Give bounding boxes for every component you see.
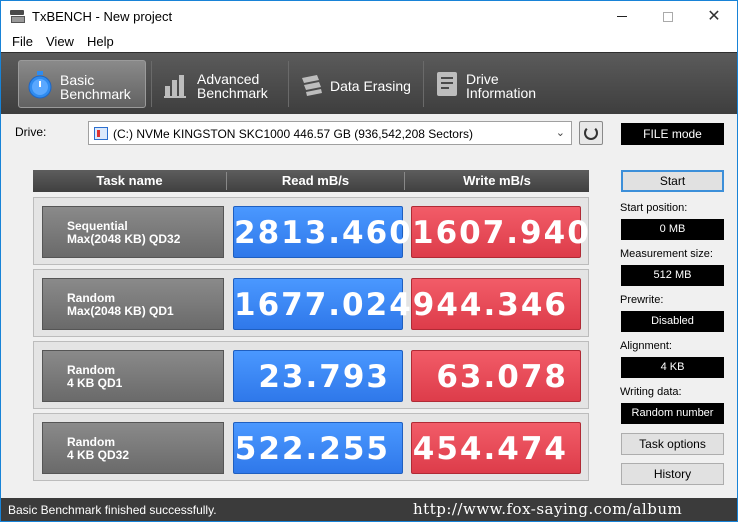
task-options-button[interactable]: Task options	[621, 433, 724, 455]
mode-indicator[interactable]: FILE mode	[621, 123, 724, 145]
table-row: Random 4 KB QD32 522.255 454.474	[33, 413, 589, 481]
column-header-task: Task name	[96, 173, 163, 188]
prewrite-label: Prewrite:	[620, 294, 664, 306]
tab-data-erasing-label: Data Erasing	[330, 78, 411, 94]
table-row: Sequential Max(2048 KB) QD32 2813.460 16…	[33, 197, 589, 265]
tab-drive-information-line1: Drive	[466, 71, 499, 87]
read-speed-value: 2813.460	[233, 206, 411, 258]
menu-bar: File View Help	[1, 32, 737, 52]
results-table-header: Task name Read mB/s Write mB/s	[33, 170, 589, 192]
drive-info-icon	[437, 72, 457, 96]
alignment-label: Alignment:	[620, 340, 672, 352]
tab-advanced-benchmark-line2: Benchmark	[197, 85, 268, 101]
read-speed-value: 23.793	[233, 350, 403, 402]
task-button[interactable]: Random Max(2048 KB) QD1	[42, 278, 224, 330]
minimize-icon	[617, 16, 627, 17]
menu-view[interactable]: View	[46, 34, 74, 49]
refresh-button[interactable]	[579, 121, 603, 145]
measurement-size-label: Measurement size:	[620, 248, 713, 260]
status-bar: Basic Benchmark finished successfully. h…	[1, 498, 737, 521]
drive-select[interactable]: (C:) NVMe KINGSTON SKC1000 446.57 GB (93…	[88, 121, 572, 145]
drive-icon	[94, 127, 108, 140]
tab-advanced-benchmark[interactable]: Advanced Benchmark	[157, 60, 285, 108]
maximize-icon	[663, 12, 673, 22]
drive-label: Drive:	[15, 125, 47, 139]
task-name-line1: Random	[67, 363, 115, 377]
writing-data-value[interactable]: Random number	[621, 403, 724, 424]
eraser-icon	[302, 75, 322, 96]
tab-basic-benchmark[interactable]: Basic Benchmark	[18, 60, 146, 108]
measurement-size-value[interactable]: 512 MB	[621, 265, 724, 286]
toolbar-separator	[151, 61, 152, 107]
table-row: Random Max(2048 KB) QD1 1677.024 944.346	[33, 269, 589, 337]
chevron-down-icon: ⌄	[555, 127, 565, 139]
refresh-icon	[584, 126, 598, 140]
write-speed-value: 1607.940	[411, 206, 589, 258]
menu-help[interactable]: Help	[87, 34, 114, 49]
bar-chart-icon	[164, 75, 186, 98]
task-button[interactable]: Sequential Max(2048 KB) QD32	[42, 206, 224, 258]
menu-file[interactable]: File	[12, 34, 33, 49]
app-logo-icon	[10, 10, 26, 24]
tab-drive-information[interactable]: Drive Information	[429, 60, 554, 108]
tab-drive-information-line2: Information	[466, 85, 537, 101]
write-speed-value: 944.346	[411, 278, 581, 330]
app-window: TxBENCH - New project ✕ File View Help B…	[0, 0, 738, 522]
maximize-button[interactable]	[645, 1, 691, 32]
history-button[interactable]: History	[621, 463, 724, 485]
task-button[interactable]: Random 4 KB QD32	[42, 422, 224, 474]
start-position-label: Start position:	[620, 202, 688, 214]
tab-advanced-benchmark-line1: Advanced	[197, 71, 260, 87]
writing-data-label: Writing data:	[620, 386, 682, 398]
read-speed-value: 522.255	[233, 422, 403, 474]
watermark-text: http://www.fox-saying.com/album	[413, 500, 683, 518]
column-header-write: Write mB/s	[463, 173, 531, 188]
task-name-line2: Max(2048 KB) QD1	[67, 304, 174, 318]
start-button[interactable]: Start	[621, 170, 724, 192]
alignment-value[interactable]: 4 KB	[621, 357, 724, 378]
task-name-line1: Sequential	[67, 219, 128, 233]
tab-basic-benchmark-line2: Benchmark	[60, 86, 131, 102]
column-header-read: Read mB/s	[281, 173, 350, 188]
minimize-button[interactable]	[599, 1, 645, 32]
prewrite-value[interactable]: Disabled	[621, 311, 724, 332]
task-name-line1: Random	[67, 435, 115, 449]
drive-selected-value: (C:) NVMe KINGSTON SKC1000 446.57 GB (93…	[113, 127, 473, 141]
table-row: Random 4 KB QD1 23.793 63.078	[33, 341, 589, 409]
toolbar-separator	[288, 61, 289, 107]
title-bar[interactable]: TxBENCH - New project ✕	[1, 1, 737, 32]
start-position-value[interactable]: 0 MB	[621, 219, 724, 240]
task-name-line2: 4 KB QD32	[67, 448, 130, 462]
toolbar: Basic Benchmark Advanced Benchmark Data …	[1, 52, 737, 114]
stopwatch-icon	[28, 71, 52, 99]
write-speed-value: 63.078	[411, 350, 581, 402]
status-text: Basic Benchmark finished successfully.	[8, 503, 217, 517]
task-name-line2: Max(2048 KB) QD32	[67, 232, 181, 246]
close-icon: ✕	[707, 8, 721, 25]
write-speed-value: 454.474	[411, 422, 581, 474]
task-name-line2: 4 KB QD1	[67, 376, 123, 390]
window-title: TxBENCH - New project	[32, 9, 173, 24]
read-speed-value: 1677.024	[233, 278, 411, 330]
tab-data-erasing[interactable]: Data Erasing	[293, 60, 418, 108]
close-button[interactable]: ✕	[691, 1, 737, 32]
toolbar-separator	[423, 61, 424, 107]
task-name-line1: Random	[67, 291, 115, 305]
task-button[interactable]: Random 4 KB QD1	[42, 350, 224, 402]
tab-basic-benchmark-line1: Basic	[60, 72, 95, 88]
